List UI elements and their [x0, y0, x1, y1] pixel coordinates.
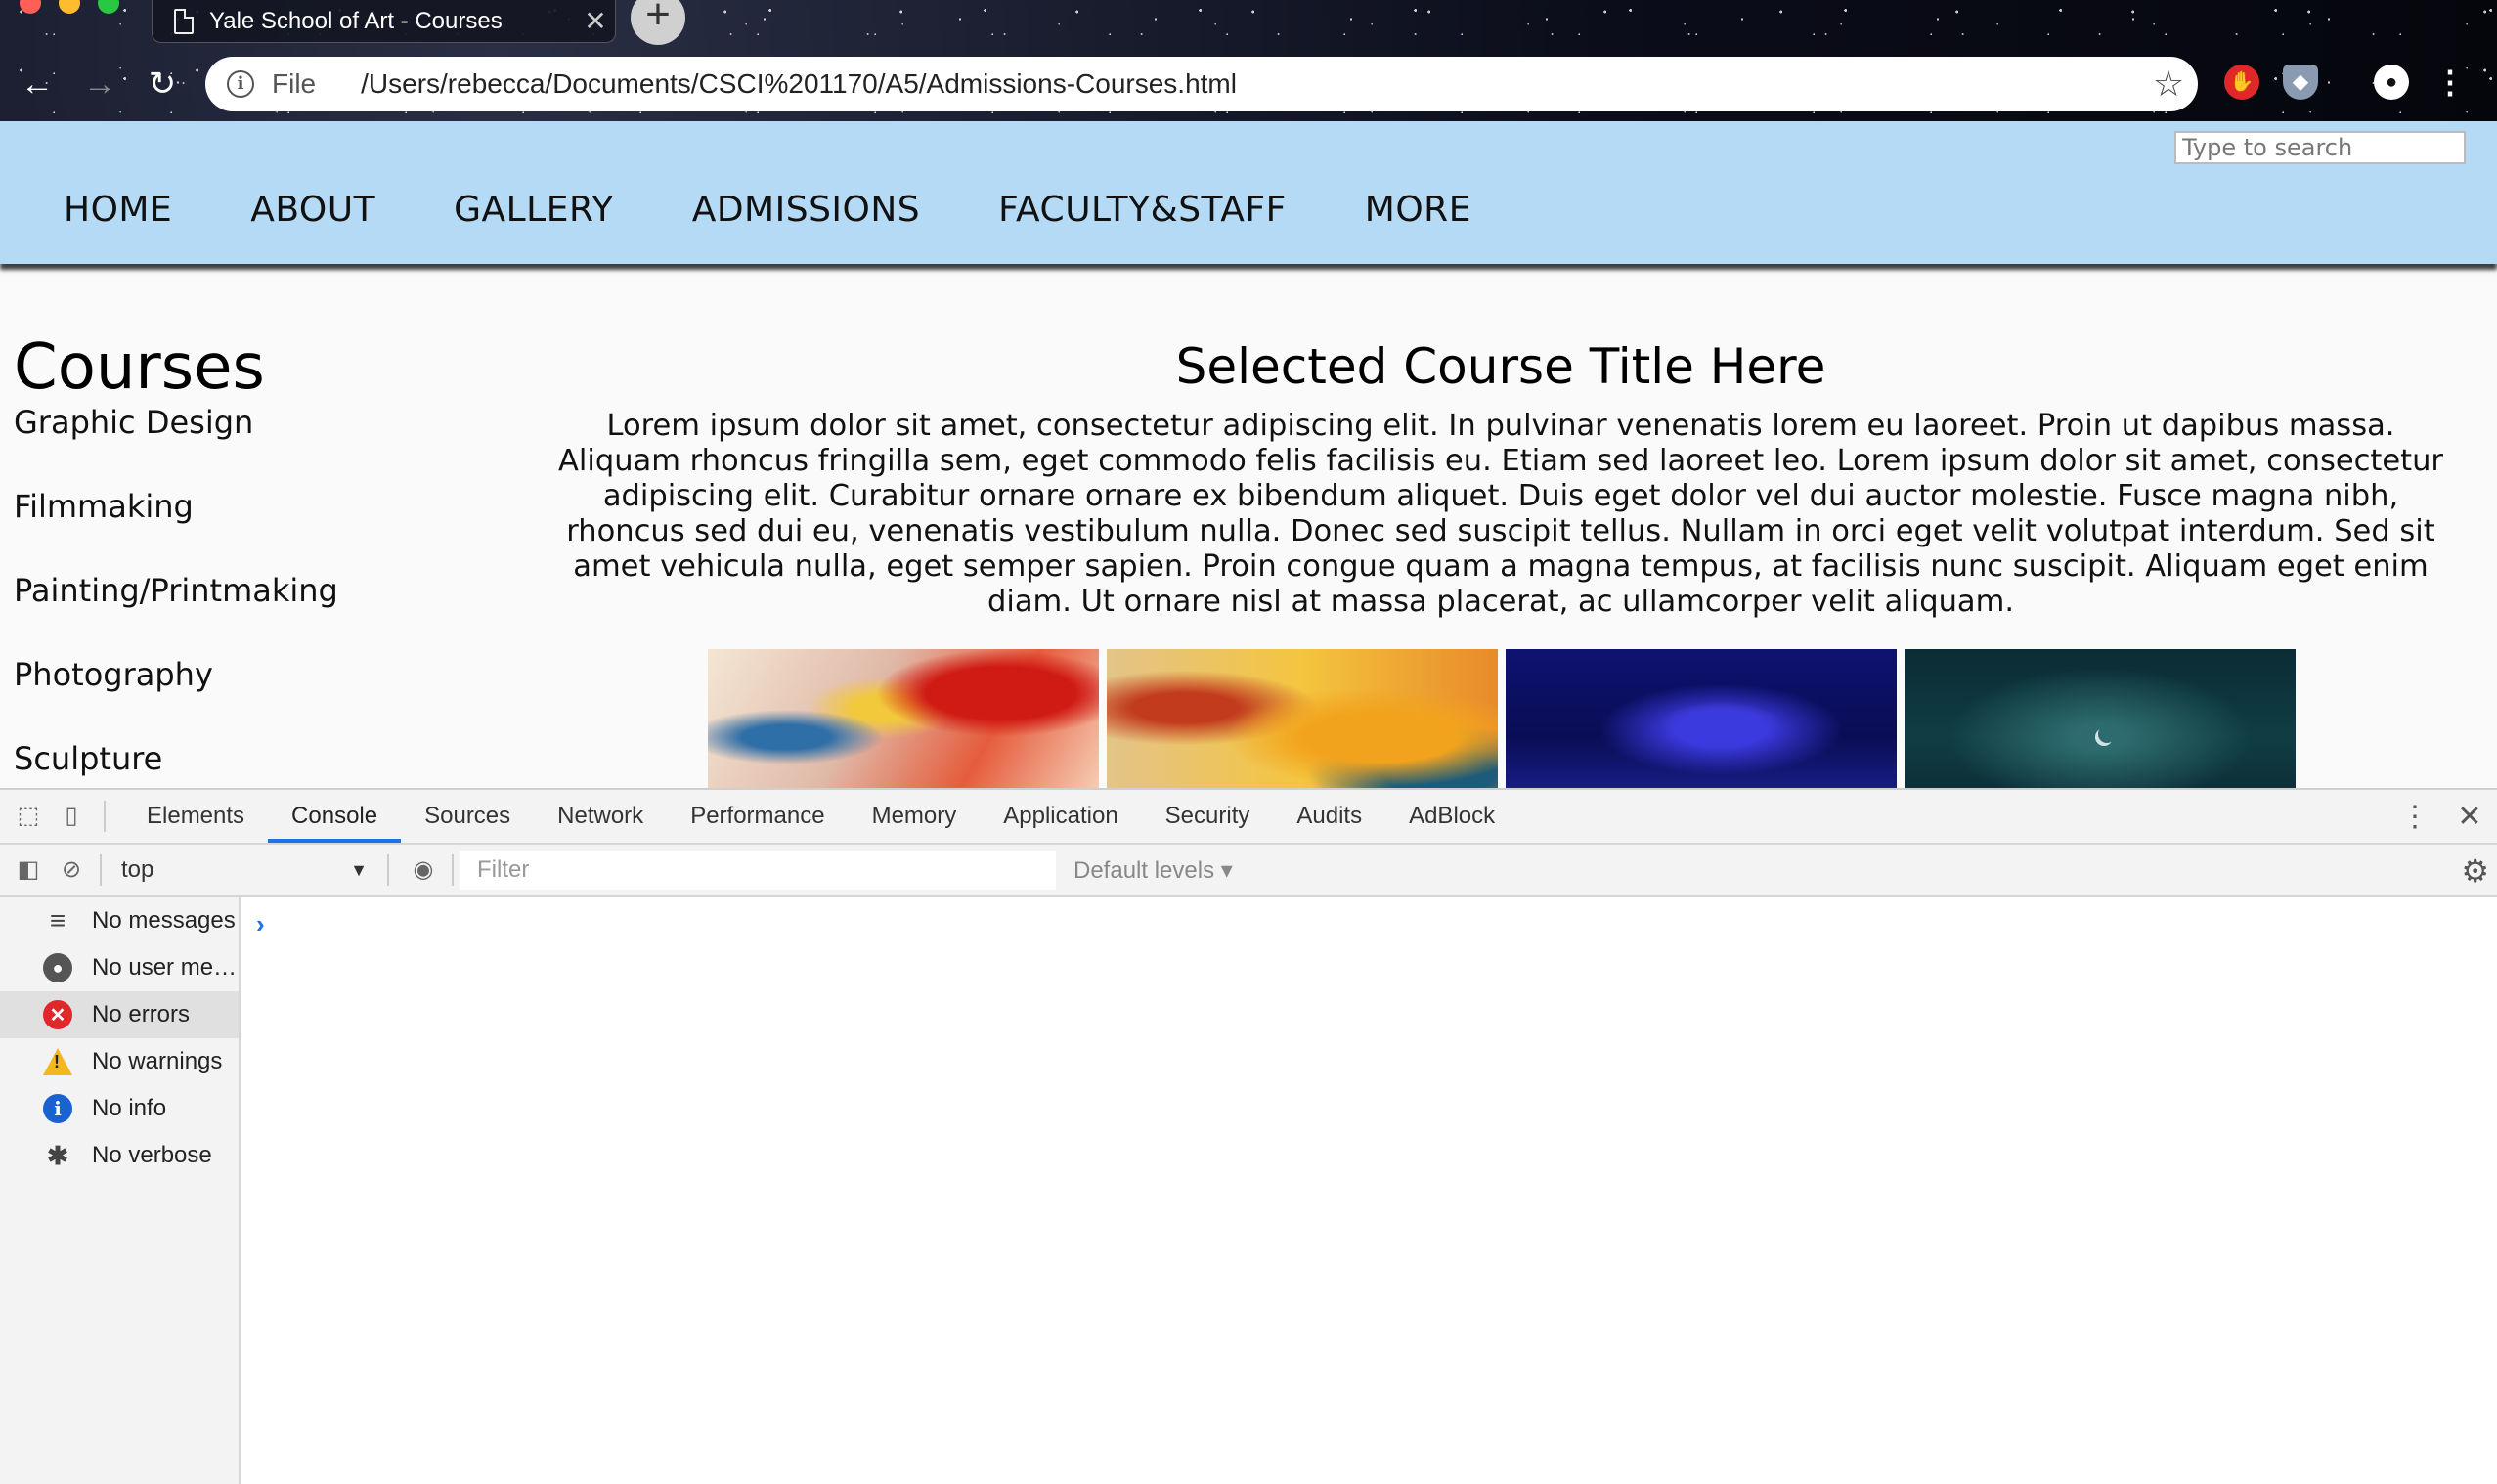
profile-avatar-icon[interactable]: ●: [2374, 65, 2409, 100]
gallery-image-abstract-red[interactable]: [708, 649, 1099, 788]
course-detail: Selected Course Title Here Lorem ipsum d…: [543, 336, 2459, 620]
gear-icon[interactable]: ⚙: [2461, 852, 2489, 890]
course-graphic-design[interactable]: Graphic Design: [14, 403, 522, 487]
nav-gallery[interactable]: GALLERY: [454, 190, 614, 230]
nav-home[interactable]: HOME: [64, 190, 172, 230]
sidebar-item-label: No verbose: [92, 1142, 212, 1168]
devtools-panel: ⬚ ▯ Elements Console Sources Network Per…: [0, 788, 2497, 1484]
shield-extension-icon[interactable]: ◆: [2283, 65, 2318, 100]
main-menu: HOME ABOUT GALLERY ADMISSIONS FACULTY&ST…: [64, 190, 1550, 230]
browser-window: Yale School of Art - Courses ✕ + ← → ↻ i…: [0, 0, 2497, 1484]
course-sidebar: Courses Graphic Design Filmmaking Painti…: [14, 332, 522, 788]
devtools-tabbar: ⬚ ▯ Elements Console Sources Network Per…: [0, 790, 2497, 845]
sidebar-item-warnings[interactable]: ! No warnings: [0, 1038, 239, 1085]
sidebar-item-verbose[interactable]: ✱ No verbose: [0, 1132, 239, 1179]
tab-sources[interactable]: Sources: [401, 790, 534, 843]
nav-admissions[interactable]: ADMISSIONS: [692, 190, 920, 230]
nav-faculty-staff[interactable]: FACULTY&STAFF: [998, 190, 1287, 230]
course-painting-printmaking[interactable]: Painting/Printmaking: [14, 571, 522, 655]
course-title: Selected Course Title Here: [1175, 338, 1826, 395]
course-photography[interactable]: Photography: [14, 655, 522, 739]
site-search-input[interactable]: [2174, 131, 2466, 164]
address-bar[interactable]: i File /Users/rebecca/Documents/CSCI%201…: [205, 57, 2198, 111]
tab-application[interactable]: Application: [980, 790, 1141, 843]
site-navbar: HOME ABOUT GALLERY ADMISSIONS FACULTY&ST…: [0, 121, 2497, 264]
gallery-image-night-sky[interactable]: [1905, 649, 2296, 788]
sidebar-item-messages[interactable]: ≡ No messages: [0, 897, 239, 944]
web-page: HOME ABOUT GALLERY ADMISSIONS FACULTY&ST…: [0, 121, 2497, 788]
warning-icon: !: [43, 1047, 72, 1076]
tab-network[interactable]: Network: [534, 790, 667, 843]
toolbar-divider: [452, 854, 454, 886]
device-toolbar-icon[interactable]: ▯: [57, 802, 86, 831]
bug-icon: ✱: [47, 1140, 68, 1170]
course-sculpture[interactable]: Sculpture: [14, 739, 522, 788]
back-button[interactable]: ←: [16, 63, 59, 106]
adblock-extension-icon[interactable]: ✋: [2224, 65, 2259, 100]
info-icon: i: [43, 1094, 72, 1123]
clear-console-icon[interactable]: ⊘: [57, 855, 86, 885]
tab-console[interactable]: Console: [268, 790, 402, 843]
tab-audits[interactable]: Audits: [1273, 790, 1385, 843]
devtools-close-icon[interactable]: ✕: [2442, 800, 2497, 834]
nav-about[interactable]: ABOUT: [250, 190, 375, 230]
tab-title: Yale School of Art - Courses: [209, 7, 503, 34]
sidebar-item-info[interactable]: i No info: [0, 1085, 239, 1132]
chevron-down-icon: ▼: [350, 859, 368, 880]
scheme-label: File: [272, 68, 317, 99]
moon-icon: [2098, 725, 2116, 743]
error-icon: ✕: [43, 1000, 72, 1029]
sidebar-item-label: No messages: [92, 907, 236, 934]
gallery-image-blue-portrait[interactable]: [1506, 649, 1897, 788]
toolbar-divider: [104, 801, 106, 832]
log-levels-dropdown[interactable]: Default levels ▾: [1073, 856, 1233, 885]
devtools-menu-icon[interactable]: ⋮: [2387, 800, 2442, 834]
forward-button[interactable]: →: [78, 63, 121, 106]
browser-chrome: Yale School of Art - Courses ✕ + ← → ↻ i…: [0, 0, 2497, 121]
console-filter-input[interactable]: [460, 851, 1056, 890]
context-select[interactable]: top ▼: [108, 851, 381, 890]
sidebar-item-label: No warnings: [92, 1048, 223, 1074]
sidebar-toggle-icon[interactable]: ◧: [14, 855, 43, 885]
tab-adblock[interactable]: AdBlock: [1385, 790, 1518, 843]
tab-security[interactable]: Security: [1142, 790, 1274, 843]
list-icon: ≡: [49, 905, 66, 936]
console-sidebar: ≡ No messages ● No user me… ✕ No errors …: [0, 897, 241, 1484]
devtools-window-controls: ⋮ ✕: [2387, 790, 2497, 843]
sidebar-item-label: No info: [92, 1095, 167, 1121]
console-toolbar: ◧ ⊘ top ▼ ◉ Default levels ▾ ⚙: [0, 845, 2497, 897]
url-text[interactable]: /Users/rebecca/Documents/CSCI%201170/A5/…: [361, 68, 2139, 100]
inspect-element-icon[interactable]: ⬚: [14, 802, 43, 831]
reload-button[interactable]: ↻: [141, 63, 184, 106]
browser-menu-icon[interactable]: ⋮: [2432, 65, 2468, 100]
tab-close-icon[interactable]: ✕: [576, 5, 615, 37]
context-value: top: [121, 856, 154, 883]
console-prompt[interactable]: ›: [256, 909, 265, 939]
sidebar-title: Courses: [14, 331, 265, 404]
tab-elements[interactable]: Elements: [123, 790, 268, 843]
live-expression-eye-icon[interactable]: ◉: [409, 855, 438, 885]
gallery-image-abstract-yellow[interactable]: [1107, 649, 1498, 788]
course-description: Lorem ipsum dolor sit amet, consectetur …: [558, 409, 2443, 619]
tab-performance[interactable]: Performance: [667, 790, 848, 843]
info-icon[interactable]: i: [227, 70, 254, 98]
sidebar-item-label: No user me…: [92, 954, 238, 981]
console-output[interactable]: ›: [242, 897, 2497, 1484]
browser-tab[interactable]: Yale School of Art - Courses ✕: [152, 0, 616, 43]
toolbar-divider: [387, 854, 389, 886]
course-gallery: [708, 649, 2303, 788]
sidebar-item-label: No errors: [92, 1001, 191, 1027]
nav-more[interactable]: MORE: [1365, 190, 1471, 230]
bookmark-star-icon[interactable]: ☆: [2139, 64, 2198, 105]
document-icon: [174, 8, 194, 34]
sidebar-item-errors[interactable]: ✕ No errors: [0, 991, 239, 1038]
sidebar-item-user-messages[interactable]: ● No user me…: [0, 944, 239, 991]
toolbar-divider: [100, 854, 102, 886]
course-filmmaking[interactable]: Filmmaking: [14, 487, 522, 571]
user-icon: ●: [43, 953, 72, 982]
tab-memory[interactable]: Memory: [849, 790, 981, 843]
